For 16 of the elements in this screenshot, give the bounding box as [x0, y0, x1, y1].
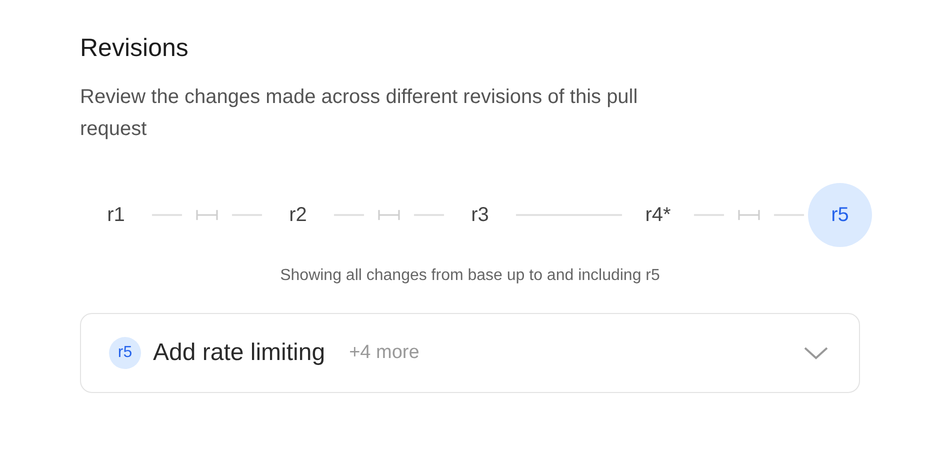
gap-marker-icon: [738, 209, 760, 221]
gap-marker-icon: [196, 209, 218, 221]
section-description: Review the changes made across different revisions of this pull request: [80, 85, 639, 142]
revision-button[interactable]: r4*: [626, 183, 690, 247]
commit-card[interactable]: r5 Add rate limiting +4 more: [80, 313, 860, 393]
commit-title: Add rate limiting: [153, 339, 326, 367]
revision-button[interactable]: r5: [808, 183, 872, 247]
chevron-icon[interactable]: [803, 345, 829, 361]
more-count: +4 more: [349, 342, 420, 364]
section-title: Revisions: [80, 34, 190, 63]
revision-badge: r5: [109, 337, 141, 369]
revision-button[interactable]: r1: [84, 183, 148, 247]
revision-button[interactable]: r3: [448, 183, 512, 247]
summary-text: Showing all changes from base up to and including r5: [279, 267, 661, 285]
revision-button[interactable]: r2: [266, 183, 330, 247]
gap-marker-icon: [378, 209, 400, 221]
